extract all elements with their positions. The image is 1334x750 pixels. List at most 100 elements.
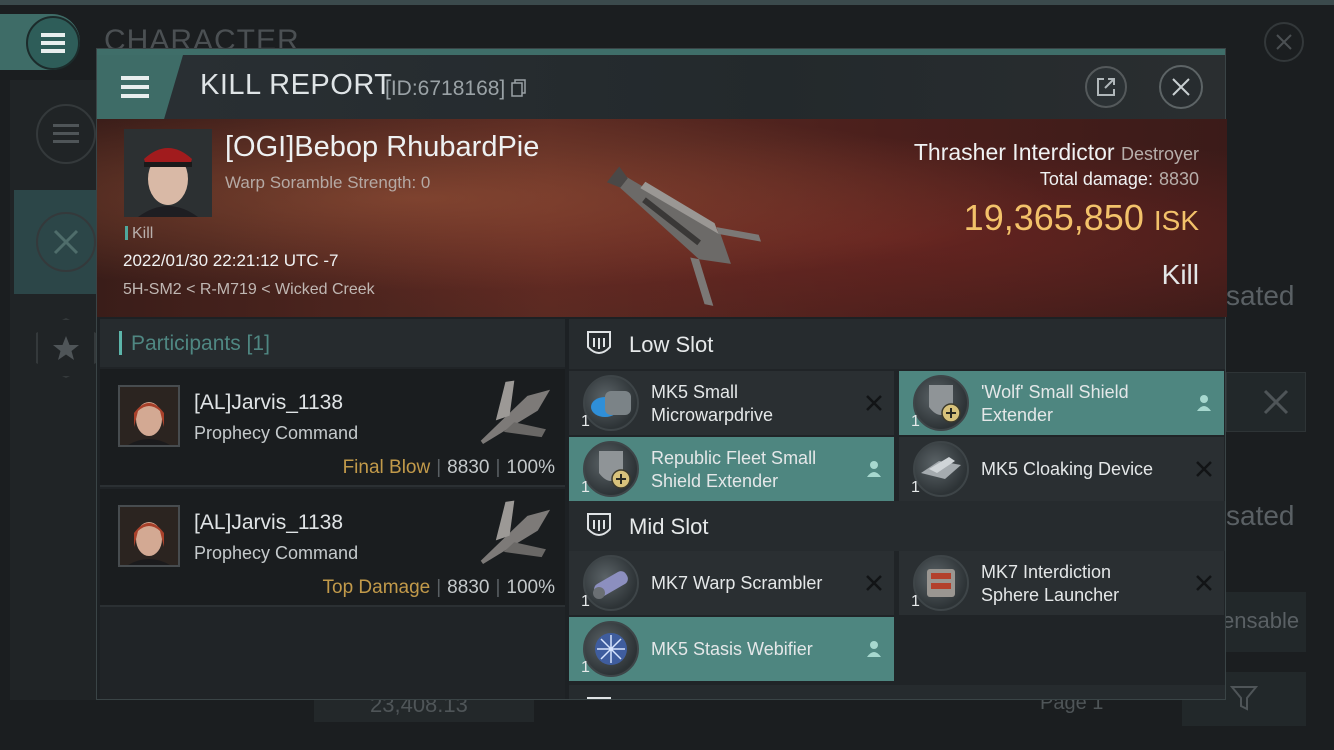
participant-row[interactable]: [AL]Jarvis_1138 Prophecy Command Top Dam… — [100, 489, 565, 607]
victim-ship[interactable]: Thrasher Interdictor Destroyer — [914, 139, 1199, 166]
kill-tag-label: Kill — [132, 225, 154, 242]
participant-role: Final Blow — [342, 457, 431, 478]
module-item[interactable]: 1 MK5 Cloaking Device — [899, 437, 1224, 501]
module-name: MK7 Warp Scrambler — [651, 573, 823, 593]
background-tools-button[interactable] — [1226, 372, 1306, 432]
module-name: MK7 Interdiction Sphere Launcher — [981, 561, 1119, 607]
module-item[interactable]: 1 MK7 Warp Scrambler — [569, 551, 894, 615]
module-quantity: 1 — [911, 413, 920, 430]
participant-name[interactable]: [AL]Jarvis_1138 — [194, 391, 343, 415]
module-name: MK5 Cloaking Device — [981, 459, 1154, 479]
kill-datetime: 2022/01/30 22:21:12 UTC -7 — [123, 251, 339, 270]
slot-icon — [587, 697, 611, 699]
participant-stats: Final Blow | 8830 | 100% — [343, 457, 555, 479]
shield-extender-icon — [583, 441, 639, 497]
separator: | — [495, 457, 501, 478]
participant-percent: 100% — [506, 457, 555, 478]
kill-tag: Kill — [125, 225, 153, 243]
module-name-line: Sphere Launcher — [981, 585, 1120, 605]
window-menu-button[interactable] — [97, 55, 183, 119]
list-icon — [53, 124, 79, 143]
participant-damage: 8830 — [447, 457, 490, 478]
dropped-person-icon — [867, 461, 881, 477]
low-slot-label: Low Slot — [629, 332, 714, 357]
close-button[interactable] — [1159, 65, 1203, 109]
background-menu-button[interactable] — [26, 16, 80, 70]
isk-amount: 19,365,850 — [963, 197, 1144, 238]
module-quantity: 1 — [911, 593, 920, 610]
wrench-icon — [1263, 389, 1289, 415]
mid-slot-icon — [587, 513, 611, 536]
module-item[interactable]: 1 Republic Fleet Small Shield Extender — [569, 437, 894, 501]
separator: | — [495, 577, 501, 598]
ship-class: Destroyer — [1120, 144, 1199, 164]
warp-scramble-strength: Warp Soramble Strength: 0 — [225, 173, 431, 192]
separator: | — [436, 457, 442, 478]
participant-damage: 8830 — [447, 577, 490, 598]
participant-ship: Prophecy Command — [194, 543, 359, 563]
sidebar-list-button[interactable] — [36, 104, 96, 164]
participants-header-bar — [119, 331, 122, 355]
module-quantity: 1 — [581, 479, 590, 496]
participant-ship-image — [480, 380, 551, 445]
module-name-line: MK5 Small — [651, 382, 739, 402]
interdiction-launcher-icon — [913, 555, 969, 611]
module-item[interactable]: 1 MK5 Small Microwarpdrive — [569, 371, 894, 435]
module-name: Republic Fleet Small Shield Extender — [651, 447, 816, 493]
destroyed-x-icon — [866, 395, 882, 411]
participant-portrait[interactable] — [118, 385, 180, 447]
cloaking-device-icon — [913, 441, 969, 497]
module-name: MK5 Small Microwarpdrive — [651, 381, 773, 427]
kill-location[interactable]: 5H-SM2 < R-M719 < Wicked Creek — [123, 281, 375, 299]
kill-id-label: [ID:6718168] — [385, 77, 506, 100]
background-close-button[interactable] — [1264, 22, 1304, 62]
participant-portrait[interactable] — [118, 505, 180, 567]
participant-stats: Top Damage | 8830 | 100% — [323, 577, 556, 599]
crossed-swords-icon — [53, 229, 79, 255]
shield-extender-icon — [913, 375, 969, 431]
kill-id[interactable]: [ID:6718168] — [385, 77, 527, 101]
participant-name[interactable]: [AL]Jarvis_1138 — [194, 511, 343, 535]
kill-report-window: KILL REPORT [ID:6718168] + [OGI]Bebop Rh… — [96, 48, 1227, 700]
module-item[interactable]: 1 MK5 Stasis Webifier — [569, 617, 894, 681]
sidebar-combat-button[interactable] — [36, 212, 96, 272]
victim-ship-image — [606, 166, 761, 306]
participants-panel: Participants [1] [AL]Jarvis_1138 Prophec… — [100, 319, 565, 699]
warp-scrambler-icon — [583, 555, 639, 611]
participant-row[interactable]: [AL]Jarvis_1138 Prophecy Command Final B… — [100, 369, 565, 487]
module-name-line: 'Wolf' Small Shield — [981, 382, 1129, 402]
total-damage: Total damage: 8830 — [1040, 169, 1199, 190]
close-icon — [1276, 34, 1292, 50]
close-icon — [1172, 78, 1190, 96]
victim-portrait[interactable]: + — [124, 129, 212, 217]
victim-name[interactable]: [OGI]Bebop RhubardPie — [225, 131, 539, 164]
star-icon — [53, 336, 79, 360]
destroyed-x-icon — [866, 575, 882, 591]
fitting-panel: Low Slot 1 MK5 Small Microwarpdrive 1 'W… — [569, 319, 1225, 699]
window-title: KILL REPORT — [200, 69, 393, 101]
participant-percent: 100% — [506, 577, 555, 598]
low-slot-header: Low Slot — [569, 319, 1225, 369]
participant-role: Top Damage — [322, 577, 431, 598]
copy-icon[interactable] — [511, 79, 527, 97]
module-name-line: Extender — [981, 405, 1054, 425]
separator: | — [436, 577, 442, 598]
kill-tag-bar — [125, 226, 128, 240]
module-item[interactable]: 1 'Wolf' Small Shield Extender — [899, 371, 1224, 435]
module-quantity: 1 — [581, 659, 590, 676]
menu-icon — [41, 33, 65, 53]
participant-ship: Prophecy Command — [194, 423, 359, 443]
module-quantity: 1 — [581, 413, 590, 430]
pilot-portrait-image — [120, 387, 178, 445]
mid-slot-label: Mid Slot — [629, 514, 709, 539]
module-name-line: Microwarpdrive — [651, 405, 774, 425]
share-button[interactable] — [1085, 66, 1127, 108]
ship-name: Thrasher Interdictor — [913, 139, 1115, 165]
total-damage-label: Total damage: — [1039, 169, 1153, 189]
isk-value: 19,365,850 ISK — [964, 197, 1199, 239]
isk-unit: ISK — [1153, 205, 1199, 236]
stasis-webifier-icon — [583, 621, 639, 677]
module-item[interactable]: 1 MK7 Interdiction Sphere Launcher — [899, 551, 1224, 615]
menu-icon — [121, 76, 149, 98]
window-header: KILL REPORT [ID:6718168] — [97, 55, 1225, 119]
